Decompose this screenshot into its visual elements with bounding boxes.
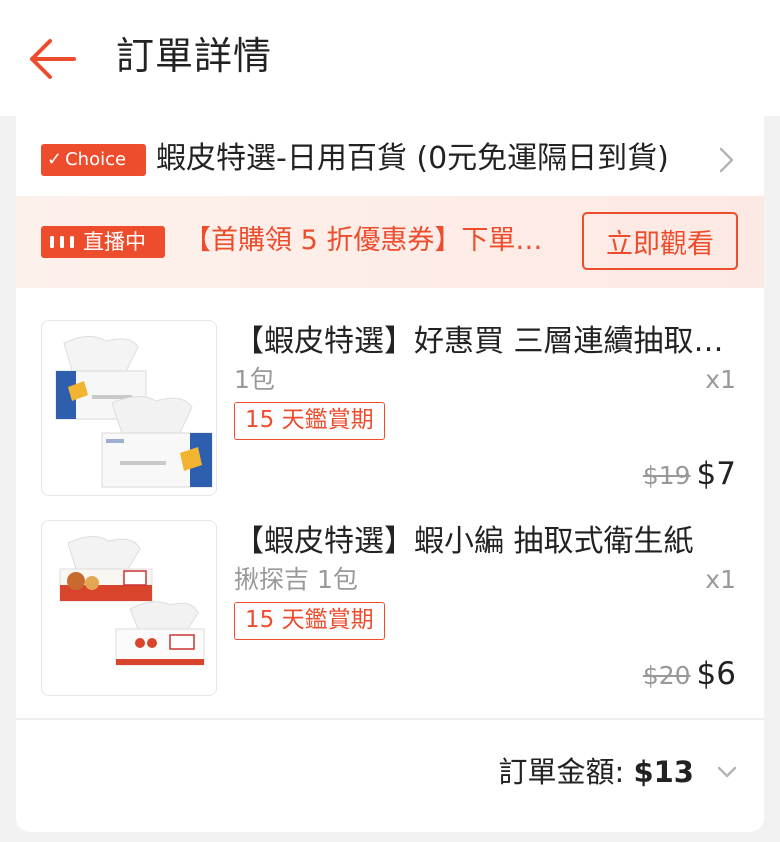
back-button[interactable] <box>28 38 76 80</box>
arrow-left-icon <box>30 39 76 79</box>
item-title[interactable]: 【蝦皮特選】蝦小編 抽取式衛生紙 <box>234 520 734 564</box>
order-total-amount: $13 <box>633 755 694 789</box>
order-card: ✓ Choice 蝦皮特選-日用百貨 (0元免運隔日到貨) 直播中 【首購領 5 … <box>16 116 764 832</box>
item-prices: $19 $7 <box>643 456 736 492</box>
order-total-label: 訂單金額: <box>498 755 634 789</box>
choice-badge-label: Choice <box>65 149 127 170</box>
return-period-tag: 15 天鑑賞期 <box>234 602 385 640</box>
live-badge: 直播中 <box>41 226 165 258</box>
original-price: $20 <box>642 661 691 690</box>
top-bar: 訂單詳情 <box>0 0 780 116</box>
item-title[interactable]: 【蝦皮特選】好惠買 三層連續抽取式衛生紙 <box>234 320 734 364</box>
check-icon: ✓ <box>47 149 63 170</box>
live-bars-icon <box>50 236 74 248</box>
item-quantity: x1 <box>705 565 736 594</box>
item-variant: 揪探吉 1包 <box>234 565 358 594</box>
order-item[interactable]: 【蝦皮特選】蝦小編 抽取式衛生紙 揪探吉 1包 x1 15 天鑑賞期 $20 $6 <box>16 520 764 700</box>
chevron-right-icon[interactable] <box>716 146 738 174</box>
order-item[interactable]: 【蝦皮特選】好惠買 三層連續抽取式衛生紙 1包 x1 15 天鑑賞期 $19$7 <box>16 320 764 500</box>
live-badge-label: 直播中 <box>83 230 146 254</box>
live-promo-text: 【首購領 5 折優惠券】下單再送好禮 <box>184 225 564 256</box>
sale-price: $6 <box>696 656 736 692</box>
item-prices: $20 $6 <box>643 656 736 692</box>
item-variant: 1包 <box>234 365 275 394</box>
watch-now-button[interactable]: 立即觀看 <box>582 212 738 270</box>
return-period-tag: 15 天鑑賞期 <box>234 402 385 440</box>
page-title: 訂單詳情 <box>116 34 273 78</box>
sale-price: $7 <box>696 456 736 492</box>
live-banner[interactable]: 直播中 【首購領 5 折優惠券】下單再送好禮 立即觀看 <box>16 196 764 288</box>
item-quantity: x1 <box>705 365 736 394</box>
choice-badge: ✓ Choice <box>41 144 146 176</box>
tissue-box-image[interactable] <box>41 320 217 496</box>
tissue-box-image[interactable] <box>41 520 217 696</box>
divider <box>16 718 764 720</box>
shop-row[interactable]: ✓ Choice 蝦皮特選-日用百貨 (0元免運隔日到貨) <box>16 116 764 200</box>
shop-name[interactable]: 蝦皮特選-日用百貨 (0元免運隔日到貨) <box>156 138 716 180</box>
chevron-down-icon[interactable] <box>716 764 738 780</box>
original-price: $19 <box>642 461 691 490</box>
order-total[interactable]: 訂單金額: $13 <box>498 750 694 794</box>
